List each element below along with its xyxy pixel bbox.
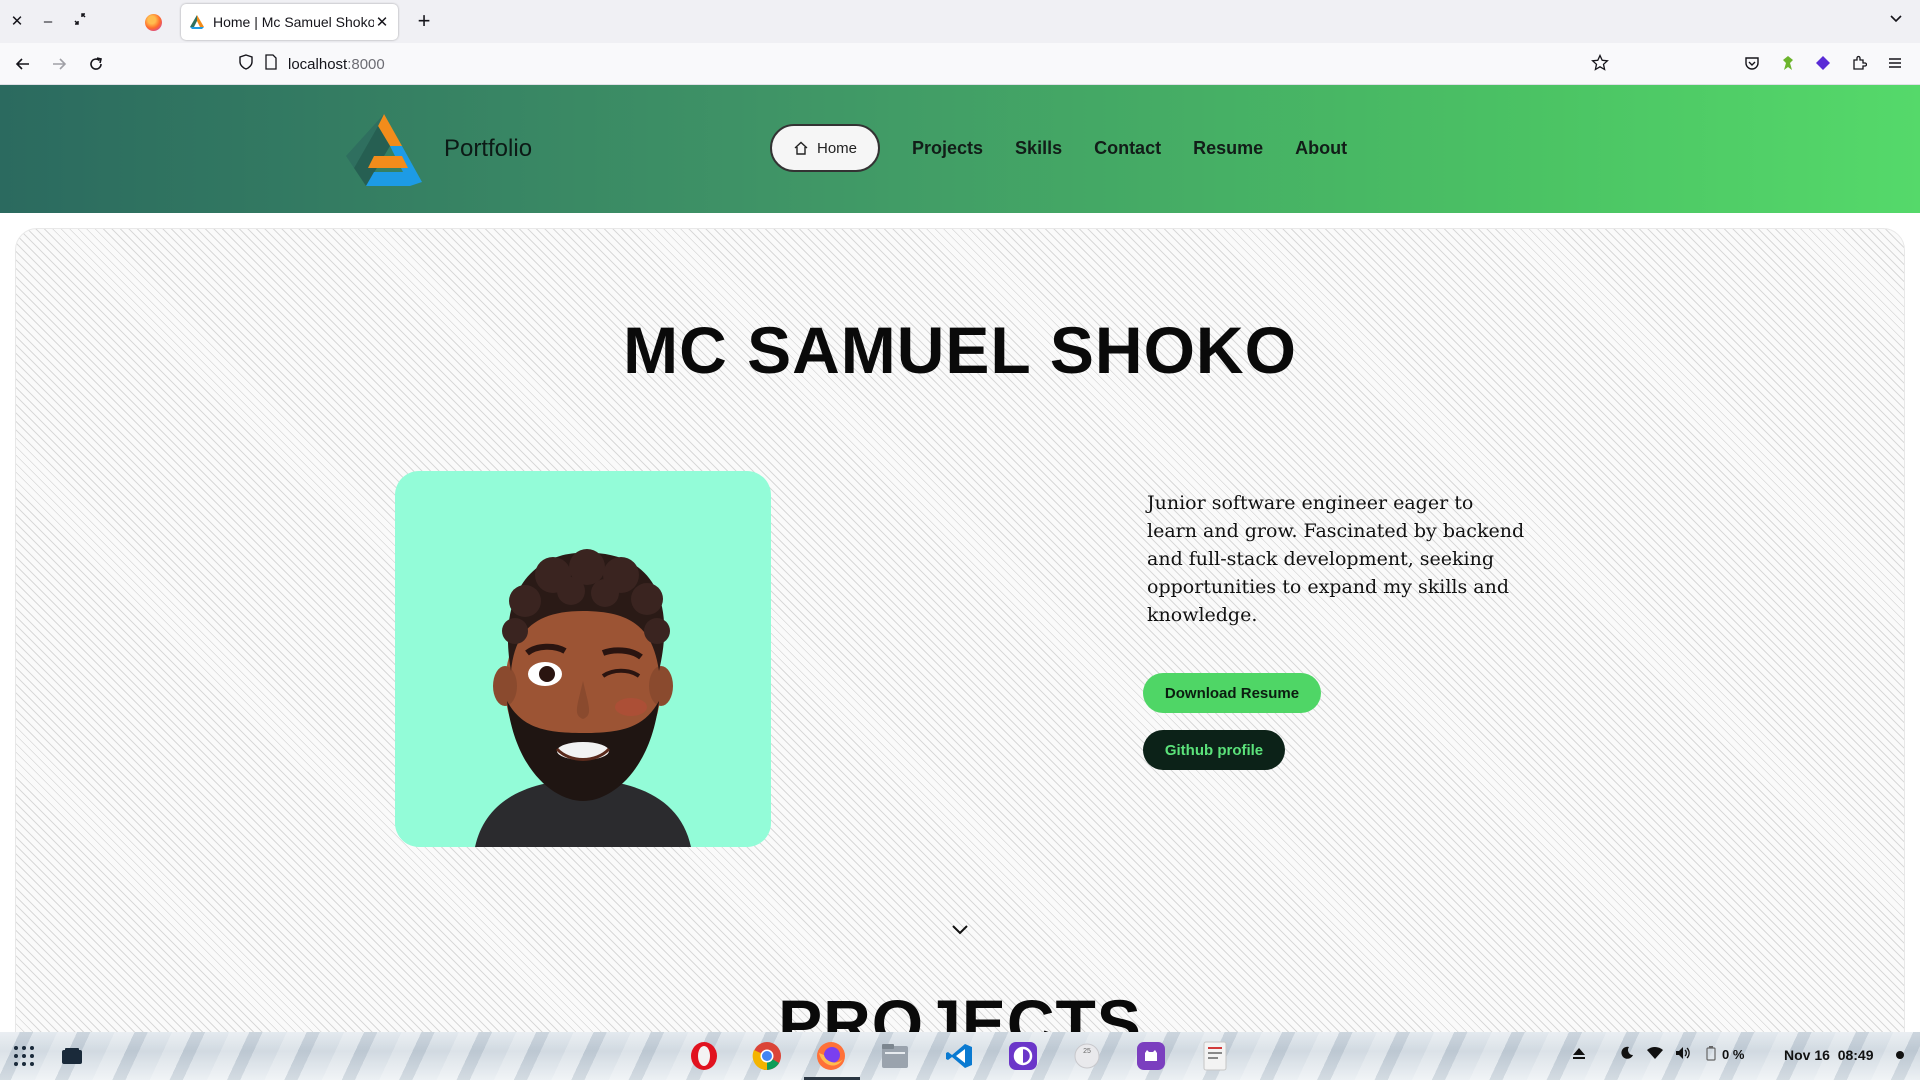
tab-list-chevron-icon[interactable] [1888, 10, 1908, 30]
back-arrow-icon[interactable] [11, 52, 35, 76]
eject-icon[interactable] [1572, 1046, 1586, 1063]
browser-nav-bar: localhost:8000 [0, 43, 1920, 85]
menu-skills-link[interactable]: Skills [1015, 138, 1062, 159]
bookmark-star-icon[interactable] [1590, 53, 1610, 73]
tracking-shield-icon[interactable] [238, 53, 254, 75]
avatar [395, 471, 771, 847]
hero-title: MC SAMUEL SHOKO [623, 313, 1297, 387]
restore-window-icon[interactable] [70, 12, 90, 32]
desktop-taskbar: 25 0 % Nov 16 08:49 [0, 1032, 1920, 1080]
volume-icon[interactable] [1675, 1046, 1691, 1063]
text-editor-icon[interactable] [1200, 1041, 1230, 1071]
github-profile-button[interactable]: Github profile [1143, 730, 1285, 770]
browser-tab-bar: ✕ – Home | Mc Samuel Shoko ✕ + [0, 0, 1920, 43]
files-icon[interactable] [880, 1041, 910, 1071]
extension-green-icon[interactable] [1778, 53, 1798, 73]
menu-home-label: Home [816, 139, 857, 157]
site-header: Portfolio Home Projects Skills Contact R… [0, 85, 1920, 213]
menu-about-link[interactable]: About [1295, 138, 1347, 159]
bio-text: Junior software engineer eager to learn … [1147, 492, 1525, 626]
battery-icon[interactable] [1706, 1046, 1716, 1064]
url-bar[interactable]: localhost:8000 [232, 48, 1616, 80]
reload-icon[interactable] [84, 52, 108, 76]
pocket-icon[interactable] [1742, 53, 1762, 73]
page-info-icon[interactable] [264, 53, 278, 75]
url-host: localhost [288, 55, 348, 73]
tor-icon[interactable] [1008, 1041, 1038, 1071]
web-page: Portfolio Home Projects Skills Contact R… [0, 85, 1920, 1032]
workspace-overview-icon[interactable] [57, 1041, 87, 1071]
brand[interactable]: Portfolio [344, 112, 532, 186]
forward-arrow-icon[interactable] [47, 52, 71, 76]
clock-datetime[interactable]: Nov 16 08:49 [1784, 1047, 1874, 1063]
app-menu-hamburger-icon[interactable] [1885, 53, 1905, 73]
minimize-window-icon[interactable]: – [38, 12, 58, 32]
url-port: :8000 [347, 55, 385, 73]
app-launcher-grid-icon[interactable] [9, 1041, 39, 1071]
menu-projects-link[interactable]: Projects [912, 138, 983, 159]
brand-name: Portfolio [444, 135, 533, 162]
extension-purple-icon[interactable] [1813, 53, 1833, 73]
main-menu: Home Projects Skills Contact Resume Abou… [770, 124, 1347, 172]
vscode-icon[interactable] [944, 1041, 974, 1071]
close-window-icon[interactable]: ✕ [7, 12, 27, 32]
tab-title: Home | Mc Samuel Shoko [213, 14, 374, 30]
calendar-day-label: 25 [1083, 1048, 1091, 1055]
tab-close-icon[interactable]: ✕ [374, 13, 390, 31]
tab-inactive-firefox[interactable] [130, 6, 176, 38]
firefox-icon [144, 13, 162, 31]
opera-icon[interactable] [689, 1041, 719, 1071]
portfolio-logo-icon [346, 114, 422, 186]
firefox-icon[interactable] [816, 1041, 846, 1071]
tab-active[interactable]: Home | Mc Samuel Shoko ✕ [181, 4, 398, 40]
download-resume-button[interactable]: Download Resume [1143, 673, 1321, 713]
menu-resume-link[interactable]: Resume [1193, 138, 1263, 159]
new-tab-icon[interactable]: + [412, 8, 436, 34]
url-text: localhost:8000 [288, 56, 385, 73]
wifi-icon[interactable] [1647, 1046, 1663, 1063]
site-favicon-icon [189, 14, 205, 30]
battery-percent: 0 % [1722, 1047, 1745, 1062]
scroll-down-chevron-icon[interactable] [950, 923, 970, 937]
projects-heading: PROJECTS [778, 986, 1142, 1032]
notification-dot-icon[interactable] [1896, 1051, 1904, 1059]
home-icon [794, 141, 808, 155]
menu-contact-link[interactable]: Contact [1094, 138, 1161, 159]
extensions-puzzle-icon[interactable] [1849, 53, 1869, 73]
menu-home-button[interactable]: Home [770, 124, 880, 172]
night-mode-moon-icon[interactable] [1620, 1046, 1634, 1063]
github-desktop-icon[interactable] [1136, 1041, 1166, 1071]
calendar-icon[interactable]: 25 [1072, 1041, 1102, 1071]
memoji-avatar-image [475, 549, 691, 847]
chrome-icon[interactable] [752, 1041, 782, 1071]
